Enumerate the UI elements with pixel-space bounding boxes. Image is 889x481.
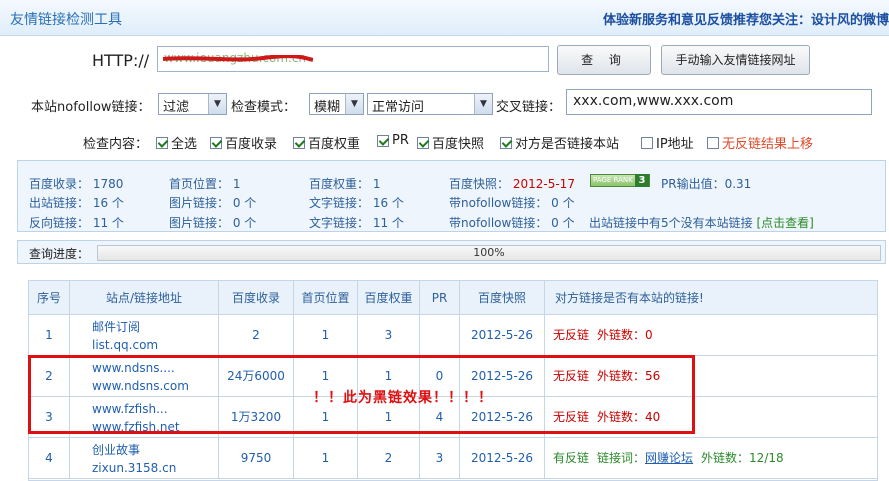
cell-index: 9750: [219, 438, 294, 479]
pagerank-badge: PAGE RANK 3: [590, 174, 650, 187]
site-url-link[interactable]: list.qq.com: [92, 336, 218, 354]
site-stats-panel: 百度收录： 1780 首页位置： 1 百度权重： 1 百度快照： 2012-5-…: [17, 160, 886, 232]
query-form: HTTP:// www.ieuangzhu.com.cn 查 询 手动输入友情链…: [0, 37, 889, 157]
checkbox-icon: [210, 136, 222, 149]
chevron-down-icon: ▼: [208, 94, 226, 114]
stat-baidu-index: 百度收录： 1780: [29, 177, 124, 191]
cross-link-label: 交叉链接：: [496, 100, 562, 115]
stat-image-links: 图片链接： 0 个: [169, 196, 257, 210]
progress-text: 100%: [473, 246, 505, 259]
progress-label: 查询进度：: [29, 247, 90, 261]
http-label: HTTP://: [92, 51, 150, 70]
site-cell: 创业故事 zixun.3158.cn: [70, 438, 219, 479]
stat-pr-output: PR输出值：0.31: [661, 177, 752, 191]
site-name-link[interactable]: 邮件订阅: [92, 318, 218, 336]
mode-select-value: 模糊: [314, 100, 341, 115]
cell-weight: 3: [358, 315, 420, 356]
options-row: 本站nofollow链接： 过滤 ▼ 检查模式： 模糊 ▼ 正常访问 ▼ 交叉链…: [0, 89, 889, 117]
check-content-label: 检查内容：: [83, 137, 149, 152]
col-header-no: 序号: [29, 281, 70, 315]
cell-index: 2: [219, 315, 294, 356]
link-word-link[interactable]: 网赚论坛: [645, 451, 693, 465]
stat-home-position: 首页位置： 1: [169, 177, 241, 191]
checkbox-icon: [156, 136, 168, 149]
cell-home: 1: [294, 315, 358, 356]
progress-bar: 100%: [97, 245, 881, 261]
stat-nofollow-links: 带nofollow链接： 0 个: [449, 196, 575, 210]
cell-home: 1: [294, 438, 358, 479]
outlink-count: 外链数：12/18: [701, 451, 784, 465]
stat-snapshot: 百度快照： 2012-5-17: [449, 177, 575, 191]
cell-snapshot: 2012-5-26: [460, 315, 545, 356]
cross-link-input[interactable]: xxx.com,www.xxx.com: [566, 89, 872, 115]
chevron-down-icon: ▼: [474, 94, 492, 114]
cell-no: 4: [29, 438, 70, 479]
col-header-snapshot: 百度快照: [460, 281, 545, 315]
view-details-link[interactable]: [点击查看]: [756, 216, 813, 230]
checkbox-icon: [641, 136, 653, 149]
col-header-home: 首页位置: [294, 281, 358, 315]
col-header-weight: 百度权重: [358, 281, 420, 315]
backlink-detail: 外链数：0: [597, 328, 653, 342]
stat-baidu-weight: 百度权重： 1: [309, 177, 381, 191]
stat-outbound: 出站链接： 16 个: [29, 196, 124, 210]
col-header-backlink: 对方链接是否有本站的链接!: [545, 281, 877, 315]
checkbox-icon: [377, 134, 389, 147]
checkbox-baidu-index[interactable]: 百度收录: [210, 133, 277, 152]
stat-nofollow-links-2: 带nofollow链接： 0 个: [449, 216, 575, 230]
redaction-scribble: [163, 55, 313, 62]
cell-pr: [420, 315, 460, 356]
backlink-status-cell: 无反链 外链数：0: [545, 315, 877, 356]
cell-weight: 2: [358, 438, 420, 479]
query-button[interactable]: 查 询: [557, 45, 651, 75]
backlink-detail: 链接词：: [597, 451, 646, 465]
access-select-value: 正常访问: [372, 100, 425, 115]
checkbox-baidu-snapshot[interactable]: 百度快照: [417, 133, 484, 152]
chevron-down-icon: ▼: [345, 94, 363, 114]
stat-text-links-2: 文字链接： 11 个: [309, 216, 404, 230]
col-header-site: 站点/链接地址: [70, 281, 219, 315]
checkbox-icon: [500, 136, 512, 149]
annotation-text: ！！此为黑链效果！！！！: [313, 390, 493, 406]
outbound-notice: 出站链接中有5个没有本站链接 [点击查看]: [589, 216, 814, 230]
site-url-link[interactable]: zixun.3158.cn: [92, 459, 218, 477]
site-name-link[interactable]: 创业故事: [92, 441, 218, 459]
checkbox-backlink[interactable]: 对方是否链接本站: [500, 133, 619, 152]
cell-no: 1: [29, 315, 70, 356]
checkbox-baidu-weight[interactable]: 百度权重: [293, 133, 360, 152]
stat-inbound: 反向链接： 11 个: [29, 216, 124, 230]
nofollow-label: 本站nofollow链接：: [31, 100, 151, 115]
backlink-status-cell: 有反链 链接词：网赚论坛 外链数：12/18: [545, 438, 877, 479]
nofollow-select[interactable]: 过滤 ▼: [158, 93, 227, 115]
checkbox-no-backlink-top[interactable]: 无反链结果上移: [707, 133, 813, 152]
checkbox-icon: [417, 136, 429, 149]
checkbox-icon: [707, 136, 719, 149]
col-header-pr: PR: [420, 281, 460, 315]
manual-input-button[interactable]: 手动输入友情链接网址: [661, 45, 810, 75]
mode-select[interactable]: 模糊 ▼: [309, 93, 364, 115]
progress-row: 查询进度： 100%: [17, 240, 886, 264]
mode-label: 检查模式：: [231, 100, 297, 115]
feedback-link[interactable]: 体验新服务和意见反馈推荐您关注：设计风的微博: [603, 9, 889, 28]
nofollow-select-value: 过滤: [163, 100, 190, 115]
checkbox-icon: [293, 136, 305, 149]
col-header-index: 百度收录: [219, 281, 294, 315]
backlink-status: 无反链: [553, 328, 590, 342]
title-bar: 友情链接检测工具 体验新服务和意见反馈推荐您关注：设计风的微博: [0, 0, 889, 36]
cell-snapshot: 2012-5-26: [460, 438, 545, 479]
check-options-row: 检查内容： 全选 百度收录 百度权重 PR 百度快照 对方是否链接本站 IP地址…: [0, 132, 889, 152]
backlink-status: 有反链: [553, 451, 590, 465]
site-cell: 邮件订阅 list.qq.com: [70, 315, 219, 356]
cross-link-value: xxx.com,www.xxx.com: [573, 93, 734, 109]
checkbox-pr[interactable]: PR: [377, 133, 409, 148]
cell-pr: 3: [420, 438, 460, 479]
stat-text-links: 文字链接： 16 个: [309, 196, 404, 210]
checkbox-select-all[interactable]: 全选: [156, 133, 197, 152]
checkbox-ip[interactable]: IP地址: [641, 133, 694, 152]
access-select[interactable]: 正常访问 ▼: [367, 93, 493, 115]
app-title: 友情链接检测工具: [10, 12, 122, 28]
stat-image-links-2: 图片链接： 0 个: [169, 216, 257, 230]
